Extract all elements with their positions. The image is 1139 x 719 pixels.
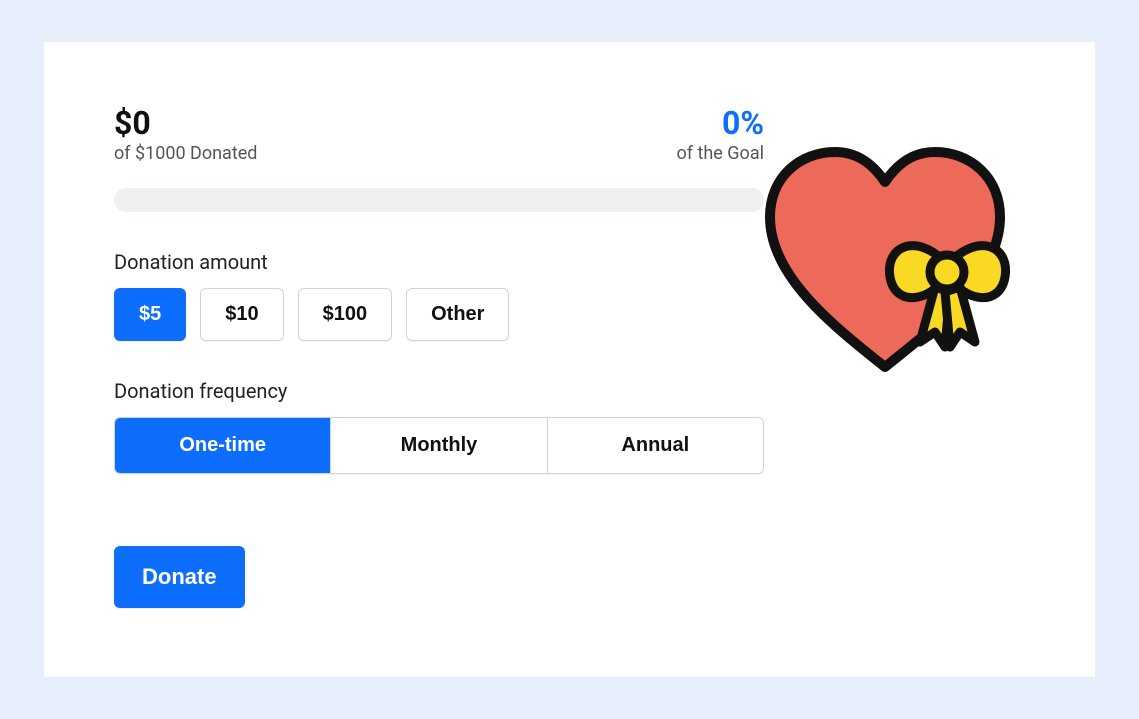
page-background: $0 of $1000 Donated 0% of the Goal Donat…: [0, 0, 1139, 719]
amount-option-10[interactable]: $10: [200, 288, 283, 341]
amount-option-other[interactable]: Other: [406, 288, 509, 341]
donation-frequency-options: One-time Monthly Annual: [114, 417, 764, 474]
donation-amount-label: Donation amount: [114, 250, 764, 274]
donation-frequency-label: Donation frequency: [114, 379, 764, 403]
frequency-option-annual[interactable]: Annual: [547, 418, 763, 473]
goal-percent: 0%: [677, 106, 765, 141]
donation-card: $0 of $1000 Donated 0% of the Goal Donat…: [44, 42, 1095, 677]
donation-form: $0 of $1000 Donated 0% of the Goal Donat…: [114, 106, 764, 637]
donate-button[interactable]: Donate: [114, 546, 245, 608]
goal-stat: 0% of the Goal: [677, 106, 765, 164]
amount-option-100[interactable]: $100: [298, 288, 393, 341]
frequency-option-onetime[interactable]: One-time: [115, 418, 330, 473]
progress-bar: [114, 188, 764, 212]
heart-ribbon-icon: [755, 132, 1015, 392]
amount-option-5[interactable]: $5: [114, 288, 186, 341]
donated-stat: $0 of $1000 Donated: [114, 106, 257, 164]
donated-subtext: of $1000 Donated: [114, 143, 257, 164]
stats-row: $0 of $1000 Donated 0% of the Goal: [114, 106, 764, 164]
goal-subtext: of the Goal: [677, 143, 765, 164]
donated-amount: $0: [114, 106, 257, 141]
frequency-option-monthly[interactable]: Monthly: [330, 418, 546, 473]
donation-amount-options: $5 $10 $100 Other: [114, 288, 764, 341]
